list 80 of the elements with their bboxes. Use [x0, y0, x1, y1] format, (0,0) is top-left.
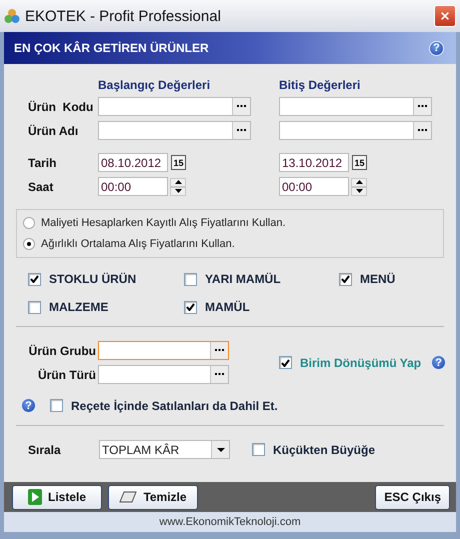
input-field[interactable]: [98, 97, 251, 116]
date-field[interactable]: 13.10.2012: [279, 153, 349, 172]
checkbox[interactable]: [184, 300, 197, 314]
checkbox[interactable]: [339, 272, 352, 286]
app-logo-icon: [4, 8, 20, 24]
field-label: Saat: [28, 180, 54, 194]
close-icon: [441, 10, 449, 22]
check-icon: [30, 275, 39, 283]
browse-button[interactable]: [413, 122, 431, 139]
ellipsis-icon: [418, 129, 427, 132]
down-arrow-icon: [174, 189, 182, 193]
input-field[interactable]: [279, 97, 432, 116]
field-label: Sırala: [28, 442, 62, 456]
checkbox-label: Reçete İçinde Satılanları da Dahil Et.: [71, 398, 278, 412]
browse-button[interactable]: [232, 122, 250, 139]
browse-button[interactable]: [210, 342, 228, 359]
check-icon: [186, 303, 195, 311]
calendar-button[interactable]: 15: [352, 155, 367, 170]
checkbox[interactable]: [279, 356, 292, 369]
checkbox[interactable]: [50, 399, 63, 412]
close-button[interactable]: [434, 5, 456, 27]
caret-icon: [216, 448, 224, 452]
checkbox-label: MALZEME: [49, 300, 108, 314]
help-button[interactable]: ?: [429, 40, 444, 56]
field-label: Ürün Grubu: [28, 344, 97, 358]
input-field[interactable]: [98, 341, 229, 360]
help-button[interactable]: ?: [431, 355, 446, 370]
column-heading: Başlangıç Değerleri: [98, 78, 212, 92]
radio-button[interactable]: [23, 217, 35, 229]
radio-button[interactable]: [23, 238, 35, 250]
checkbox[interactable]: [184, 272, 197, 286]
field-label: Ürün Kodu: [28, 100, 94, 114]
help-button[interactable]: ?: [21, 398, 36, 413]
up-arrow-icon: [174, 180, 182, 184]
input-field[interactable]: [98, 365, 229, 384]
time-field[interactable]: 00:00: [98, 177, 168, 196]
window-title: EKOTEK - Profit Professional: [25, 8, 222, 24]
footer-link[interactable]: www.EkonomikTeknoloji.com: [4, 512, 456, 532]
column-heading: Bitiş Değerleri: [279, 78, 362, 92]
date-field[interactable]: 08.10.2012: [98, 153, 168, 172]
checkbox[interactable]: [252, 443, 265, 456]
list-button[interactable]: Listele: [12, 484, 102, 510]
dropdown[interactable]: TOPLAM KÂR: [99, 440, 230, 459]
radio-label: Maliyeti Hesaplarken Kayıtlı Alış Fiyatlarını Kullan.: [41, 217, 286, 229]
ellipsis-icon: [418, 105, 427, 108]
radio-label: Ağırlıklı Ortalama Alış Fiyatlarını Kullan.: [41, 238, 235, 250]
checkbox-label: MENÜ: [360, 272, 396, 286]
spin-up-button[interactable]: [351, 178, 367, 186]
checkbox-label: MAMÜL: [205, 300, 250, 314]
exit-button[interactable]: ESC Çıkış: [375, 484, 450, 510]
check-icon: [281, 358, 290, 366]
dropdown-button[interactable]: [211, 441, 229, 458]
checkbox-label: STOKLU ÜRÜN: [49, 272, 136, 286]
ellipsis-icon: [215, 373, 224, 376]
calendar-button[interactable]: 15: [171, 155, 186, 170]
field-label: Ürün Adı: [28, 124, 80, 138]
input-field[interactable]: [279, 121, 432, 140]
time-field[interactable]: 00:00: [279, 177, 349, 196]
spin-up-button[interactable]: [170, 178, 186, 186]
up-arrow-icon: [356, 180, 362, 184]
checkbox-label: Birim Dönüşümü Yap: [300, 356, 422, 370]
check-icon: [341, 275, 350, 283]
ellipsis-icon: [237, 129, 246, 132]
ellipsis-icon: [237, 105, 246, 108]
checkbox-label: Küçükten Büyüğe: [273, 442, 376, 456]
checkbox[interactable]: [28, 272, 41, 286]
ellipsis-icon: [215, 349, 224, 352]
checkbox[interactable]: [28, 300, 41, 314]
down-arrow-icon: [356, 189, 362, 193]
browse-button[interactable]: [232, 98, 250, 115]
input-field[interactable]: [98, 121, 251, 140]
checkbox-label: YARI MAMÜL: [205, 272, 281, 286]
play-icon: [28, 489, 42, 505]
browse-button[interactable]: [210, 366, 228, 383]
field-label: Tarih: [28, 156, 58, 170]
field-label: Ürün Türü: [37, 368, 97, 382]
eraser-icon: [119, 491, 138, 503]
browse-button[interactable]: [413, 98, 431, 115]
header-title: EN ÇOK KÂR GETİREN ÜRÜNLER: [14, 41, 210, 55]
clear-button[interactable]: Temizle: [108, 484, 198, 510]
